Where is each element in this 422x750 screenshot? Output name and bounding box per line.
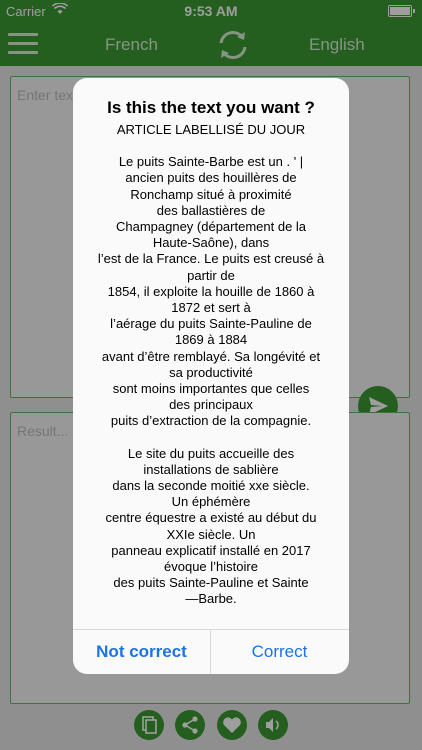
alert-text-line: centre équestre a existé au début du	[105, 510, 317, 526]
alert-text-line: Haute-Saône), dans	[152, 235, 270, 251]
alert-text-line: XXIe siècle. Un	[166, 526, 256, 542]
alert-text-line: panneau explicatif installé en 2017	[111, 542, 311, 558]
alert-text-line: installations de sablière	[143, 461, 279, 477]
alert-text-line: avant d’être remblayé. Sa longévité et	[101, 348, 321, 364]
alert-text-line: 1872 et sert à	[171, 300, 251, 316]
alert-text-line: Champagney (département de la	[115, 219, 307, 235]
alert-text-line: sont moins importantes que celles	[112, 381, 310, 397]
alert-paragraph-1: Le puits Sainte-Barbe est un . ' | ancien…	[83, 154, 339, 429]
alert-text-line: —Barbe.	[185, 591, 237, 607]
alert-button-row: Not correct Correct	[73, 629, 349, 674]
alert-text-line: l’est de la France. Le puits est creusé …	[97, 251, 325, 267]
alert-message: ARTICLE LABELLISÉ DU JOUR Le puits Saint…	[83, 122, 339, 608]
alert-paragraph-2: Le site du puits accueille des installati…	[83, 446, 339, 608]
alert-text-line: puits d’extraction de la compagnie.	[110, 413, 312, 429]
alert-text-line: 1869 à 1884	[174, 332, 248, 348]
alert-text-line: sa productivité	[169, 364, 253, 380]
alert-title: Is this the text you want ?	[107, 98, 315, 117]
correct-button[interactable]: Correct	[211, 630, 348, 674]
confirm-text-alert: Is this the text you want ? ARTICLE LABE…	[73, 78, 349, 674]
alert-text-line: Le site du puits accueille des	[127, 445, 295, 461]
alert-text-line: l’aérage du puits Sainte-Pauline de	[110, 316, 312, 332]
not-correct-button[interactable]: Not correct	[73, 630, 210, 674]
alert-text-line: ancien puits des houillères de	[125, 170, 297, 186]
alert-text-line: des puits Sainte-Pauline et Sainte	[113, 575, 309, 591]
alert-text-line: des principaux	[169, 397, 253, 413]
alert-text-line: évoque l’histoire	[164, 559, 258, 575]
alert-subtitle: ARTICLE LABELLISÉ DU JOUR	[116, 122, 306, 137]
alert-text-line: Un éphémère	[171, 494, 251, 510]
alert-text-line: Le puits Sainte-Barbe est un . ' |	[118, 154, 304, 170]
alert-text-line: des ballastières de	[156, 202, 266, 218]
alert-text-line: Ronchamp situé à proximité	[130, 186, 292, 202]
alert-text-line: 1854, il exploite la houille de 1860 à	[107, 283, 315, 299]
alert-text-line: partir de	[187, 267, 235, 283]
alert-text-line: dans la seconde moitié xxe siècle.	[112, 478, 310, 494]
